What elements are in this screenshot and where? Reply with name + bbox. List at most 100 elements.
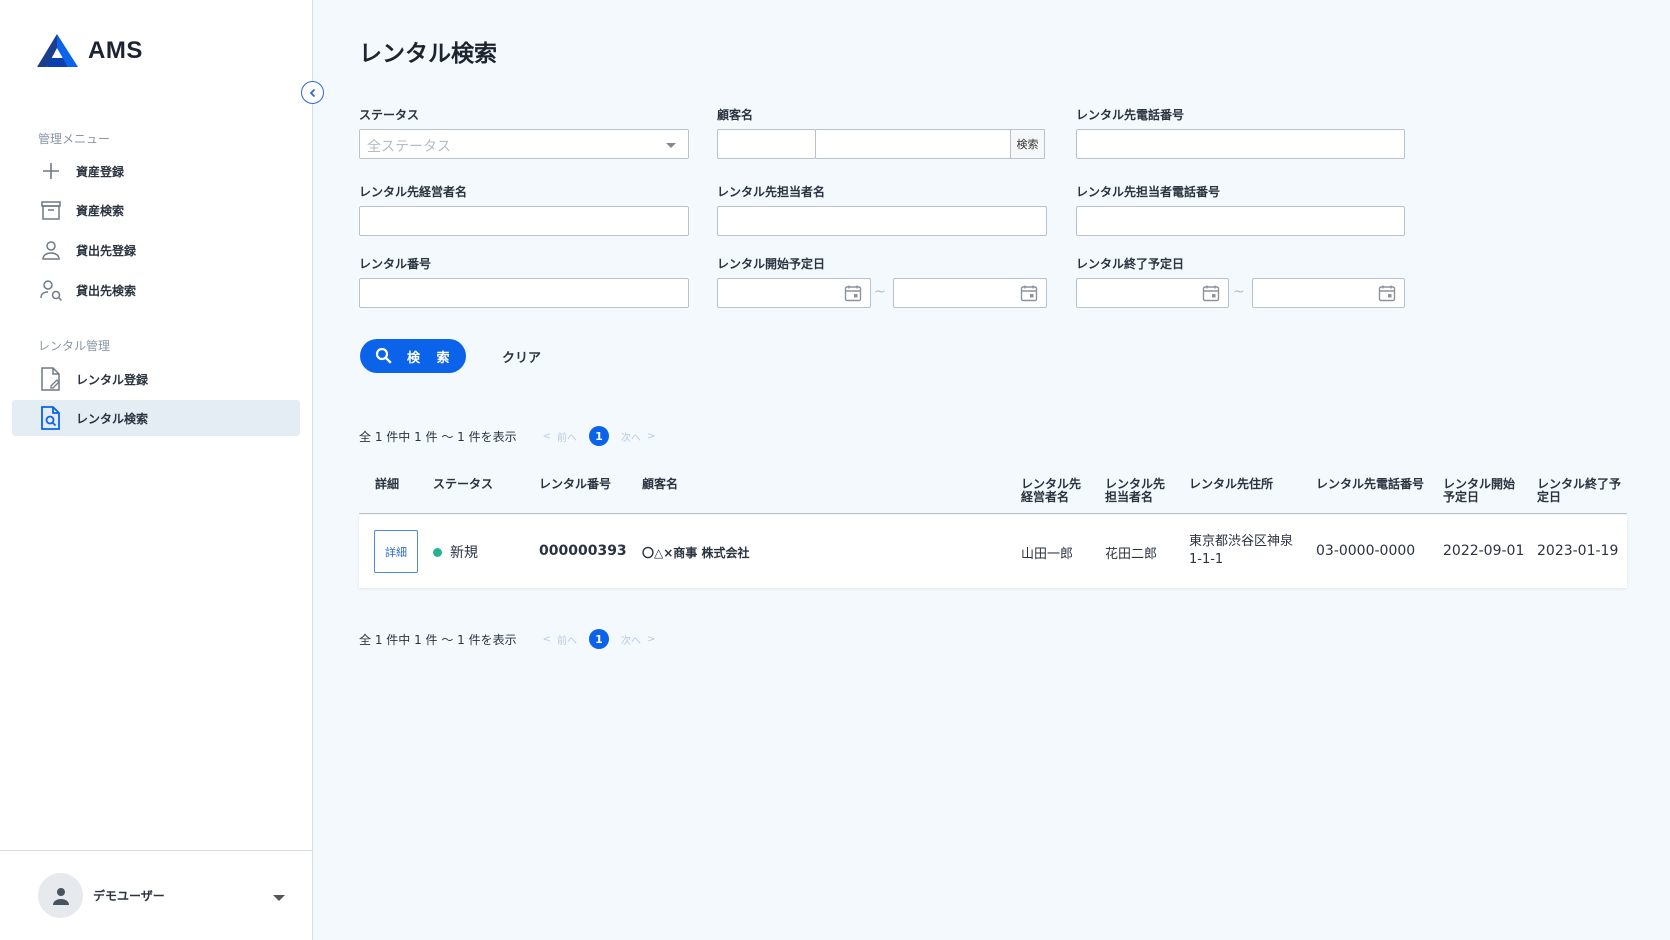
prev-page-link[interactable]: 前へ bbox=[557, 632, 577, 647]
start-date-label: レンタル開始予定日 bbox=[717, 257, 826, 271]
archive-icon bbox=[39, 198, 63, 222]
avatar bbox=[38, 873, 83, 918]
result-count-text: 全 1 件中 1 件 〜 1 件を表示 bbox=[359, 632, 517, 647]
pagination: < 前へ 1 次へ > bbox=[542, 426, 656, 446]
section-label-rental-management: レンタル管理 bbox=[38, 339, 111, 353]
search-button[interactable]: 検 索 bbox=[360, 339, 466, 373]
sidebar-item-lessee-register[interactable]: 貸出先登録 bbox=[12, 232, 300, 268]
customer-cell: 〇△×商事 株式会社 bbox=[642, 546, 750, 560]
end-date-cell: 2023-01-19 bbox=[1537, 543, 1619, 559]
search-button-label: 検 索 bbox=[407, 350, 456, 366]
next-page-link[interactable]: 次へ bbox=[621, 632, 641, 647]
pagination: < 前へ 1 次へ > bbox=[542, 629, 656, 649]
search-icon bbox=[375, 347, 392, 364]
phone-label: レンタル先電話番号 bbox=[1076, 108, 1185, 122]
rental-no-label: レンタル番号 bbox=[359, 257, 432, 271]
calendar-icon[interactable] bbox=[1020, 284, 1038, 302]
rental-no-cell: 000000393 bbox=[539, 543, 627, 559]
customer-label: 顧客名 bbox=[717, 108, 754, 122]
sidebar-item-label: レンタル検索 bbox=[76, 411, 149, 426]
date-range-separator: ~ bbox=[1233, 284, 1245, 300]
header-status: ステータス bbox=[433, 477, 494, 491]
sidebar: AMS 管理メニュー 資産登録 資産検索 貸出先登録 貸出先検索 レンタル管理 … bbox=[0, 0, 313, 940]
result-summary-top: 全 1 件中 1 件 〜 1 件を表示 < 前へ 1 次へ > bbox=[359, 426, 655, 446]
person-icon bbox=[39, 238, 63, 262]
prev-page-link[interactable]: 前へ bbox=[557, 429, 577, 444]
sidebar-item-lessee-search[interactable]: 貸出先検索 bbox=[12, 272, 300, 308]
header-rental-no: レンタル番号 bbox=[539, 477, 612, 491]
sidebar-item-rental-register[interactable]: レンタル登録 bbox=[12, 361, 300, 397]
next-page-link[interactable]: 次へ bbox=[621, 429, 641, 444]
ams-logo-icon bbox=[37, 34, 78, 67]
contact-phone-label: レンタル先担当者電話番号 bbox=[1076, 185, 1221, 199]
customer-code-input[interactable] bbox=[717, 129, 816, 159]
sidebar-collapse-button[interactable] bbox=[301, 81, 324, 104]
current-page[interactable]: 1 bbox=[589, 426, 609, 446]
chevron-right-icon: > bbox=[647, 633, 656, 645]
rental-no-input[interactable] bbox=[359, 278, 689, 308]
header-customer: 顧客名 bbox=[642, 477, 679, 491]
header-contact: レンタル先担当者名 bbox=[1105, 477, 1166, 504]
phone-input[interactable] bbox=[1076, 129, 1405, 159]
user-icon bbox=[52, 887, 69, 905]
sidebar-item-asset-search[interactable]: 資産検索 bbox=[12, 192, 300, 228]
sidebar-item-label: 資産検索 bbox=[76, 203, 125, 218]
status-select[interactable]: 全ステータス bbox=[359, 129, 689, 159]
chevron-left-icon: < bbox=[542, 633, 551, 645]
sidebar-item-asset-register[interactable]: 資産登録 bbox=[12, 153, 300, 189]
contact-input[interactable] bbox=[717, 206, 1047, 236]
chevron-right-icon: > bbox=[647, 430, 656, 442]
chevron-left-icon: < bbox=[542, 430, 551, 442]
sidebar-item-label: レンタル登録 bbox=[76, 372, 149, 387]
contact-cell: 花田二郎 bbox=[1105, 547, 1158, 562]
status-label: ステータス bbox=[359, 108, 420, 122]
status-new-dot bbox=[433, 547, 442, 557]
result-summary-bottom: 全 1 件中 1 件 〜 1 件を表示 < 前へ 1 次へ > bbox=[359, 629, 655, 649]
contact-label: レンタル先担当者名 bbox=[717, 185, 826, 199]
end-date-from-input[interactable] bbox=[1076, 278, 1229, 308]
result-count-text: 全 1 件中 1 件 〜 1 件を表示 bbox=[359, 429, 517, 444]
document-search-icon bbox=[39, 406, 63, 430]
user-menu[interactable]: デモユーザー bbox=[0, 850, 313, 940]
manager-input[interactable] bbox=[359, 206, 689, 236]
date-range-separator: ~ bbox=[874, 284, 886, 300]
chevron-down-icon[interactable] bbox=[273, 895, 285, 901]
results-table-header: 詳細 ステータス レンタル番号 顧客名 レンタル先経営者名 レンタル先担当者名 … bbox=[359, 476, 1627, 514]
header-start-date: レンタル開始予定日 bbox=[1443, 477, 1516, 504]
page-title: レンタル検索 bbox=[359, 41, 497, 67]
start-date-to-input[interactable] bbox=[893, 278, 1047, 308]
table-row: 詳細 新規 000000393 〇△×商事 株式会社 山田一郎 花田二郎 東京都… bbox=[359, 515, 1627, 588]
calendar-icon[interactable] bbox=[1202, 284, 1220, 302]
end-date-to-input[interactable] bbox=[1252, 278, 1405, 308]
header-end-date: レンタル終了予定日 bbox=[1537, 477, 1622, 504]
header-address: レンタル先住所 bbox=[1189, 477, 1274, 491]
start-date-from-input[interactable] bbox=[717, 278, 871, 308]
chevron-down-icon bbox=[666, 143, 676, 148]
current-page[interactable]: 1 bbox=[589, 629, 609, 649]
phone-cell: 03-0000-0000 bbox=[1316, 543, 1416, 559]
plus-icon bbox=[39, 159, 63, 183]
manager-cell: 山田一郎 bbox=[1021, 547, 1074, 562]
user-name: デモユーザー bbox=[93, 889, 165, 903]
status-select-placeholder: 全ステータス bbox=[367, 139, 451, 155]
sidebar-item-label: 貸出先登録 bbox=[76, 243, 137, 258]
header-phone: レンタル先電話番号 bbox=[1316, 477, 1425, 491]
calendar-icon[interactable] bbox=[1378, 284, 1396, 302]
detail-button[interactable]: 詳細 bbox=[374, 530, 418, 573]
sidebar-item-rental-search[interactable]: レンタル検索 bbox=[12, 400, 300, 436]
manager-label: レンタル先経営者名 bbox=[359, 185, 468, 199]
document-edit-icon bbox=[39, 367, 63, 391]
sidebar-item-label: 資産登録 bbox=[76, 164, 125, 179]
status-badge: 新規 bbox=[450, 545, 478, 561]
customer-name-input[interactable] bbox=[815, 129, 1011, 159]
contact-phone-input[interactable] bbox=[1076, 206, 1405, 236]
calendar-icon[interactable] bbox=[844, 284, 862, 302]
sidebar-item-label: 貸出先検索 bbox=[76, 283, 137, 298]
customer-search-button[interactable]: 検索 bbox=[1010, 129, 1045, 159]
person-search-icon bbox=[39, 278, 63, 302]
app-logo[interactable]: AMS bbox=[37, 34, 143, 67]
header-manager: レンタル先経営者名 bbox=[1021, 477, 1082, 504]
clear-button[interactable]: クリア bbox=[502, 347, 541, 366]
section-label-admin-menu: 管理メニュー bbox=[38, 132, 111, 146]
start-date-cell: 2022-09-01 bbox=[1443, 543, 1525, 559]
